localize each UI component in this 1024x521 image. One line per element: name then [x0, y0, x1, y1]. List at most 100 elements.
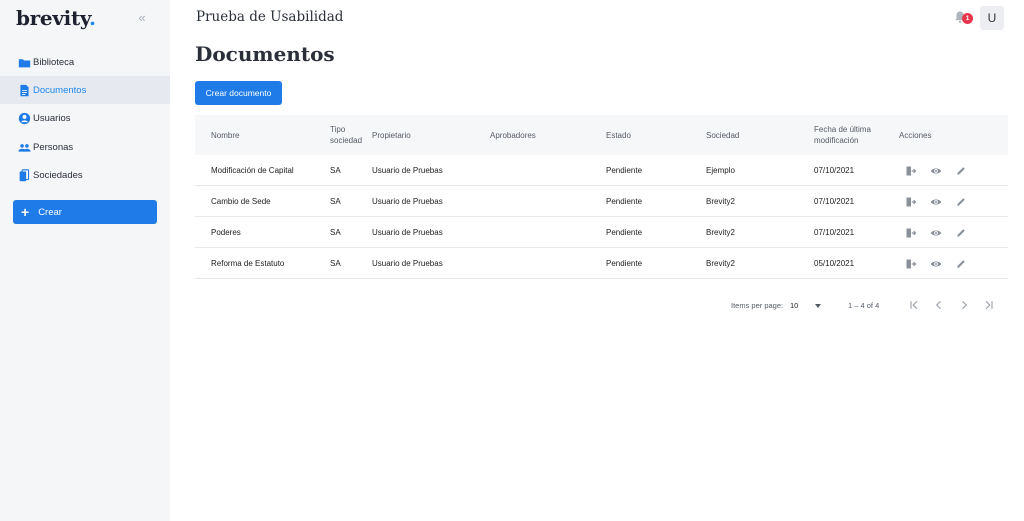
cell-fecha: 05/10/2021 [814, 259, 855, 268]
eye-icon[interactable] [929, 164, 943, 178]
table-row[interactable]: Poderes SA Usuario de Pruebas Pendiente … [195, 217, 1008, 248]
items-per-page-value: 10 [790, 301, 799, 310]
cell-propietario: Usuario de Pruebas [372, 228, 443, 237]
items-per-page-select[interactable]: 10 [789, 296, 825, 314]
sign-in-icon[interactable] [904, 195, 918, 209]
sign-in-icon[interactable] [904, 257, 918, 271]
cell-nombre: Cambio de Sede [211, 197, 271, 206]
cell-tipo: SA [330, 166, 341, 175]
notifications-button[interactable]: 1 [953, 10, 973, 26]
chevron-down-icon [815, 304, 821, 308]
last-page-icon [985, 300, 993, 310]
create-button-label: Crear [38, 206, 62, 218]
cell-sociedad: Ejemplo [706, 166, 735, 175]
user-avatar[interactable]: U [980, 6, 1004, 30]
items-per-page-label: Items per page: [731, 301, 784, 310]
cell-fecha: 07/10/2021 [814, 197, 855, 206]
table-body: Modificación de Capital SA Usuario de Pr… [195, 155, 1008, 279]
sidebar: brevity. « Biblioteca Documentos Usuario… [0, 0, 170, 521]
sidebar-item-label: Personas [33, 141, 74, 153]
sign-in-icon[interactable] [904, 226, 918, 240]
cell-actions [904, 186, 979, 217]
cell-tipo: SA [330, 259, 341, 268]
cell-sociedad: Brevity2 [706, 228, 735, 237]
column-header-estado[interactable]: Estado [606, 115, 631, 155]
cell-nombre: Modificación de Capital [211, 166, 294, 175]
table-row[interactable]: Cambio de Sede SA Usuario de Pruebas Pen… [195, 186, 1008, 217]
cell-nombre: Reforma de Estatuto [211, 259, 285, 268]
eye-icon[interactable] [929, 257, 943, 271]
edit-pencil-icon[interactable] [954, 164, 968, 178]
document-icon [17, 83, 31, 97]
edit-pencil-icon[interactable] [954, 226, 968, 240]
sidebar-item-label: Biblioteca [33, 56, 75, 68]
copy-icon [17, 169, 31, 183]
plus-icon: + [21, 204, 30, 220]
column-header-fecha[interactable]: Fecha de última modificación [814, 115, 871, 155]
edit-pencil-icon[interactable] [954, 257, 968, 271]
sidebar-item-usuarios[interactable]: Usuarios [0, 105, 170, 133]
page-title: Documentos [195, 42, 335, 66]
cell-propietario: Usuario de Pruebas [372, 166, 443, 175]
next-page-button[interactable] [956, 297, 972, 313]
sidebar-nav: Biblioteca Documentos Usuarios Personas … [0, 48, 170, 190]
cell-fecha: 07/10/2021 [814, 166, 855, 175]
table-row[interactable]: Reforma de Estatuto SA Usuario de Prueba… [195, 248, 1008, 279]
chevron-right-icon [962, 300, 968, 310]
column-header-aprobadores[interactable]: Aprobadores [490, 115, 536, 155]
cell-sociedad: Brevity2 [706, 197, 735, 206]
brand-logo[interactable]: brevity. [16, 6, 96, 30]
last-page-button[interactable] [981, 297, 997, 313]
sign-in-icon[interactable] [904, 164, 918, 178]
project-title: Prueba de Usabilidad [196, 9, 344, 25]
column-header-acciones: Acciones [899, 130, 932, 140]
table-row[interactable]: Modificación de Capital SA Usuario de Pr… [195, 155, 1008, 186]
eye-icon[interactable] [929, 195, 943, 209]
cell-sociedad: Brevity2 [706, 259, 735, 268]
cell-estado: Pendiente [606, 166, 643, 175]
documents-table: Nombre Tipo sociedad Propietario Aprobad… [195, 115, 1008, 279]
chevron-left-icon [935, 300, 941, 310]
collapse-sidebar-icon[interactable]: « [133, 9, 151, 27]
column-header-sociedad[interactable]: Sociedad [706, 115, 739, 155]
prev-page-button[interactable] [931, 297, 947, 313]
sidebar-item-label: Usuarios [33, 113, 71, 125]
cell-estado: Pendiente [606, 228, 643, 237]
folder-icon [17, 55, 31, 69]
sidebar-item-biblioteca[interactable]: Biblioteca [0, 48, 170, 76]
column-header-tipo-line1: Tipo [330, 125, 346, 134]
column-header-fecha-line2: modificación [814, 136, 859, 145]
cell-propietario: Usuario de Pruebas [372, 259, 443, 268]
cell-estado: Pendiente [606, 259, 643, 268]
first-page-button[interactable] [906, 297, 922, 313]
eye-icon[interactable] [929, 226, 943, 240]
first-page-icon [910, 300, 918, 310]
sidebar-item-sociedades[interactable]: Sociedades [0, 162, 170, 190]
cell-actions [904, 155, 979, 186]
cell-tipo: SA [330, 228, 341, 237]
cell-fecha: 07/10/2021 [814, 228, 855, 237]
column-header-tipo-line2: sociedad [330, 136, 363, 145]
column-header-nombre[interactable]: Nombre [211, 115, 239, 155]
edit-pencil-icon[interactable] [954, 195, 968, 209]
create-button[interactable]: + Crear [13, 200, 157, 224]
create-document-button[interactable]: Crear documento [195, 81, 282, 105]
cell-actions [904, 217, 979, 248]
paginator: Items per page: 10 1 – 4 of 4 [195, 291, 1008, 319]
column-header-propietario[interactable]: Propietario [372, 115, 411, 155]
column-header-tipo[interactable]: Tipo sociedad [330, 115, 362, 155]
column-header-fecha-line1: Fecha de última [814, 125, 871, 134]
user-circle-icon [17, 112, 31, 126]
sidebar-item-documentos[interactable]: Documentos [0, 76, 170, 105]
cell-nombre: Poderes [211, 228, 241, 237]
cell-estado: Pendiente [606, 197, 643, 206]
cell-propietario: Usuario de Pruebas [372, 197, 443, 206]
people-icon [17, 140, 31, 154]
cell-actions [904, 248, 979, 279]
page-range-label: 1 – 4 of 4 [848, 301, 880, 310]
sidebar-item-personas[interactable]: Personas [0, 133, 170, 161]
sidebar-item-label: Documentos [33, 84, 87, 96]
cell-tipo: SA [330, 197, 341, 206]
table-header: Nombre Tipo sociedad Propietario Aprobad… [195, 115, 1008, 155]
sidebar-item-label: Sociedades [33, 170, 83, 182]
